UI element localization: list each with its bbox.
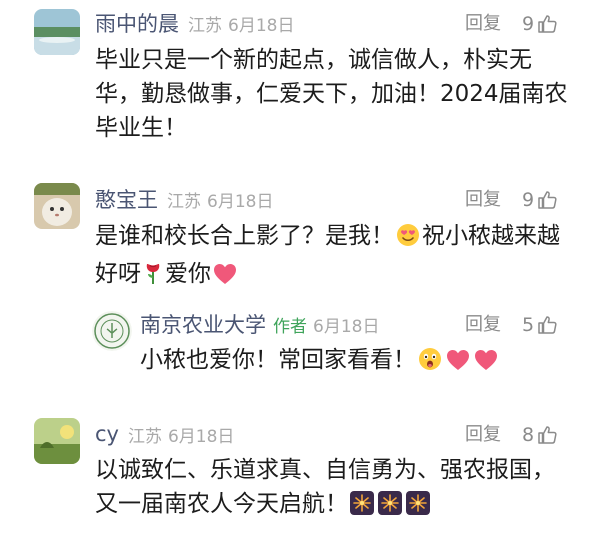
fireworks-emoji	[406, 491, 430, 525]
location: 江苏	[188, 15, 222, 36]
reply-button[interactable]: 回复	[465, 310, 501, 340]
comment-4: cy 江苏 6月18日 回复 8 以诚致仁、乐道求真、自信勇为、强农报国， 又一…	[0, 410, 591, 534]
date: 6月18日	[207, 191, 274, 212]
comment-line: 华，勤恳做事，仁爱天下，加油！2024届南农	[95, 81, 568, 107]
comment-text-part: 又一届南农人今天启航！	[95, 491, 348, 517]
comment-1: 雨中的晨 江苏 6月18日 回复 9 毕业只是一个新的起点，诚信做人，朴实无 华…	[0, 0, 591, 160]
date: 6月18日	[228, 15, 295, 36]
like-button[interactable]: 8	[522, 420, 557, 450]
comment-text-part: 好呀	[95, 261, 141, 287]
comment-header: 憨宝王 江苏 6月18日	[95, 184, 273, 214]
comment-line: 毕业生！	[95, 115, 187, 141]
avatar[interactable]	[34, 9, 80, 55]
reply-button[interactable]: 回复	[465, 9, 501, 39]
fireworks-emoji	[378, 491, 402, 525]
comment-header: 南京农业大学 作者 6月18日	[140, 309, 379, 339]
like-count: 9	[522, 189, 535, 211]
comment-text-part: 祝小秾越来越	[422, 223, 560, 249]
comment-text: 是谁和校长合上影了？是我！ 祝小秾越来越 好呀 爱你	[95, 219, 560, 295]
heart-eyes-emoji	[396, 223, 420, 257]
username[interactable]: 南京农业大学	[140, 309, 266, 339]
username[interactable]: 雨中的晨	[95, 8, 179, 38]
fireworks-emoji	[350, 491, 374, 525]
avatar[interactable]	[34, 418, 80, 464]
comment-line: 又一届南农人今天启航！	[95, 487, 555, 525]
reply-button[interactable]: 回复	[465, 420, 501, 450]
comment-header: 雨中的晨 江苏 6月18日	[95, 8, 294, 38]
username[interactable]: cy	[95, 422, 119, 446]
comment-line: 好呀 爱你	[95, 257, 560, 295]
author-badge: 作者	[273, 316, 307, 337]
comment-line: 以诚致仁、乐道求真、自信勇为、强农报国，	[95, 457, 555, 483]
location: 江苏	[167, 191, 201, 212]
comment-line: 是谁和校长合上影了？是我！ 祝小秾越来越	[95, 219, 560, 257]
comment-header: cy 江苏 6月18日	[95, 419, 234, 449]
comment-text-part: 是谁和校长合上影了？是我！	[95, 223, 394, 249]
thumbs-up-icon	[538, 426, 557, 444]
comment-3: 南京农业大学 作者 6月18日 回复 5 小秾也爱你！常回家看看！	[0, 305, 591, 385]
heart-emoji	[213, 261, 237, 295]
comment-text: 小秾也爱你！常回家看看！	[140, 343, 500, 381]
like-button[interactable]: 9	[522, 185, 557, 215]
comment-text-part: 爱你	[165, 261, 211, 287]
username[interactable]: 憨宝王	[95, 184, 158, 214]
wow-emoji	[418, 347, 442, 381]
comment-text: 以诚致仁、乐道求真、自信勇为、强农报国， 又一届南农人今天启航！	[95, 453, 555, 525]
like-count: 9	[522, 13, 535, 35]
comment-2: 憨宝王 江苏 6月18日 回复 9 是谁和校长合上影了？是我！ 祝小秾越来越 好呀…	[0, 178, 591, 293]
like-count: 5	[522, 314, 535, 336]
like-button[interactable]: 9	[522, 9, 557, 39]
comment-text-part: 小秾也爱你！常回家看看！	[140, 347, 416, 373]
date: 6月18日	[313, 316, 380, 337]
avatar[interactable]	[92, 311, 132, 351]
location: 江苏	[127, 426, 162, 447]
date: 6月18日	[167, 426, 235, 447]
reply-button[interactable]: 回复	[465, 185, 501, 215]
thumbs-up-icon	[538, 191, 557, 209]
thumbs-up-icon	[538, 316, 557, 334]
heart-emoji	[446, 347, 470, 381]
avatar[interactable]	[34, 183, 80, 229]
thumbs-up-icon	[538, 15, 557, 33]
comment-text: 毕业只是一个新的起点，诚信做人，朴实无 华，勤恳做事，仁爱天下，加油！2024届…	[95, 43, 568, 145]
like-count: 8	[522, 424, 535, 446]
heart-emoji	[474, 347, 498, 381]
rose-emoji	[143, 261, 163, 295]
like-button[interactable]: 5	[522, 310, 557, 340]
comment-line: 毕业只是一个新的起点，诚信做人，朴实无	[95, 47, 532, 73]
